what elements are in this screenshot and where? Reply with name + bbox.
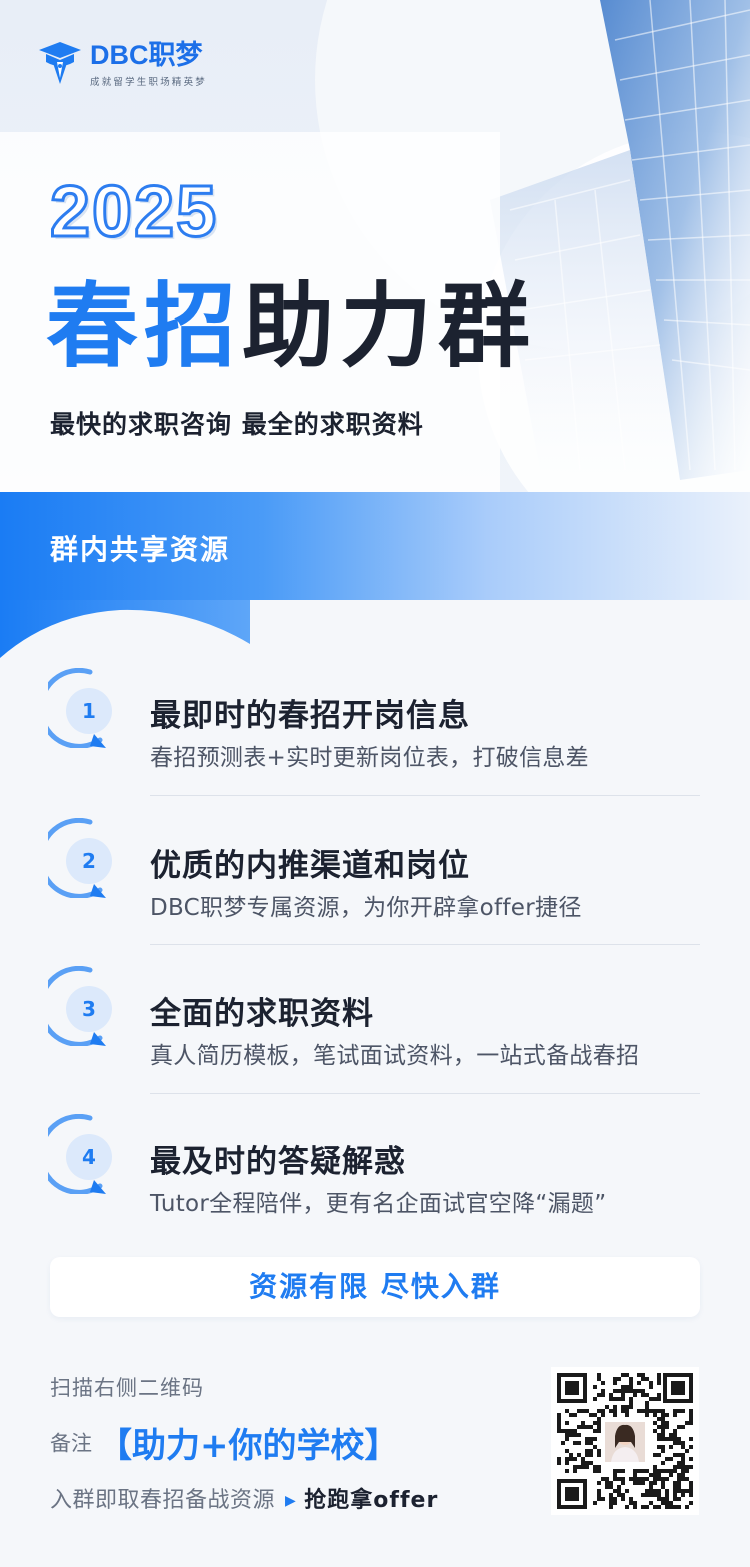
triangle-right-icon: ▶ [285, 1493, 297, 1509]
item-number: 1 [66, 688, 112, 734]
join-group-button[interactable]: 资源有限 尽快入群 [50, 1257, 700, 1317]
note-label: 备注 [50, 1431, 92, 1456]
item-desc: Tutor全程陪伴，更有名企面试官空降“漏题” [150, 1191, 607, 1217]
item-number: 4 [66, 1134, 112, 1180]
brand-logo[interactable]: DBC职梦 成就留学生职场精英梦 [38, 40, 207, 88]
scan-hint: 扫描右侧二维码 [50, 1376, 204, 1400]
item-title: 优质的内推渠道和岗位 [150, 848, 470, 884]
item-title: 最及时的答疑解惑 [150, 1144, 406, 1180]
headline-blue: 春招 [46, 273, 243, 380]
hero-subline: 最快的求职咨询 最全的求职资料 [50, 410, 424, 439]
join-text: 入群即取春招备战资源 [50, 1488, 276, 1513]
brand-name: DBC职梦 [90, 40, 203, 70]
hero-headline: 春招助力群 [46, 272, 536, 382]
resource-banner-title: 群内共享资源 [50, 533, 231, 566]
headline-dark: 助力群 [242, 273, 537, 380]
note-value: 【助力+你的学校】 [98, 1426, 399, 1466]
item-desc: DBC职梦专属资源，为你开辟拿offer捷径 [150, 895, 582, 921]
item-number: 3 [66, 986, 112, 1032]
note-row: 备注 【助力+你的学校】 [50, 1418, 399, 1467]
item-title: 全面的求职资料 [150, 996, 374, 1032]
join-row: 入群即取春招备战资源 ▶ 抢跑拿offer [50, 1482, 438, 1514]
item-desc: 春招预测表+实时更新岗位表，打破信息差 [150, 745, 589, 771]
item-number: 2 [66, 838, 112, 884]
list-item: 2 优质的内推渠道和岗位 DBC职梦专属资源，为你开辟拿offer捷径 [0, 818, 750, 968]
avatar [603, 1420, 647, 1464]
grab-offer-text: 抢跑拿offer [304, 1488, 439, 1513]
divider [150, 795, 700, 796]
item-desc: 真人简历模板，笔试面试资料，一站式备战春招 [150, 1043, 640, 1069]
item-title: 最即时的春招开岗信息 [150, 698, 470, 734]
graduation-pen-icon [39, 42, 81, 84]
list-item: 4 最及时的答疑解惑 Tutor全程陪伴，更有名企面试官空降“漏题” [0, 1114, 750, 1264]
divider [150, 944, 700, 945]
brand-slogan: 成就留学生职场精英梦 [90, 77, 208, 88]
hero-year: 2025 [48, 171, 219, 254]
divider [150, 1093, 700, 1094]
